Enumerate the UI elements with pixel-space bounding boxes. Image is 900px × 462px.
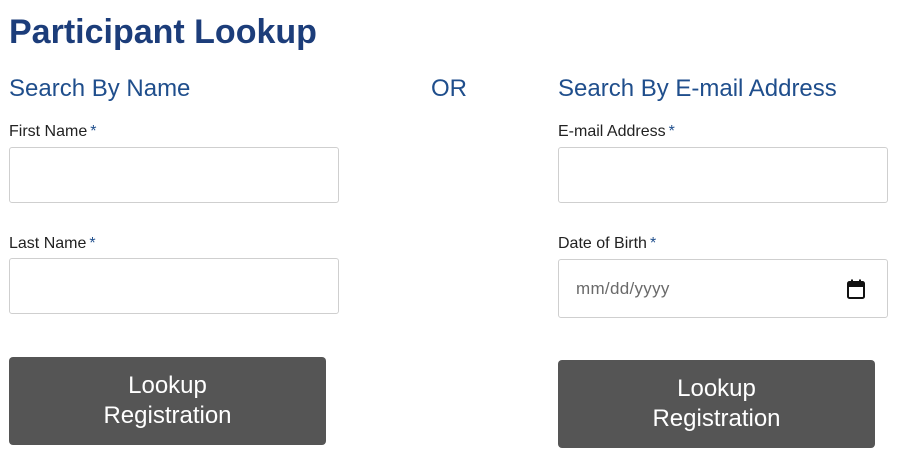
dob-required-marker: *: [649, 235, 657, 252]
dob-label-text: Date of Birth: [558, 235, 647, 252]
last-name-input[interactable]: [9, 258, 339, 314]
first-name-required-marker: *: [90, 123, 97, 140]
participant-lookup-page: Participant Lookup Search By Name OR Sea…: [0, 0, 900, 462]
last-name-required-marker: *: [89, 235, 96, 252]
date-of-birth-input[interactable]: mm/dd/yyyy: [558, 259, 888, 318]
first-name-label-text: First Name: [9, 123, 88, 140]
lookup-by-name-button[interactable]: Lookup Registration: [9, 357, 326, 445]
last-name-label-text: Last Name: [9, 235, 87, 252]
email-label-text: E-mail Address: [558, 123, 666, 140]
dob-label: Date of Birth *: [558, 234, 656, 254]
page-title: Participant Lookup: [9, 13, 317, 51]
lookup-by-email-button[interactable]: Lookup Registration: [558, 360, 875, 448]
or-separator: OR: [431, 75, 467, 102]
search-by-email-heading: Search By E-mail Address: [558, 75, 837, 102]
email-required-marker: *: [668, 123, 675, 140]
first-name-label: First Name *: [9, 122, 96, 142]
email-label: E-mail Address *: [558, 122, 675, 142]
dob-placeholder: mm/dd/yyyy: [576, 279, 670, 298]
calendar-icon[interactable]: [847, 279, 865, 299]
search-by-name-heading: Search By Name: [9, 75, 191, 102]
first-name-input[interactable]: [9, 147, 339, 203]
email-input[interactable]: [558, 147, 888, 203]
last-name-label: Last Name *: [9, 234, 96, 254]
